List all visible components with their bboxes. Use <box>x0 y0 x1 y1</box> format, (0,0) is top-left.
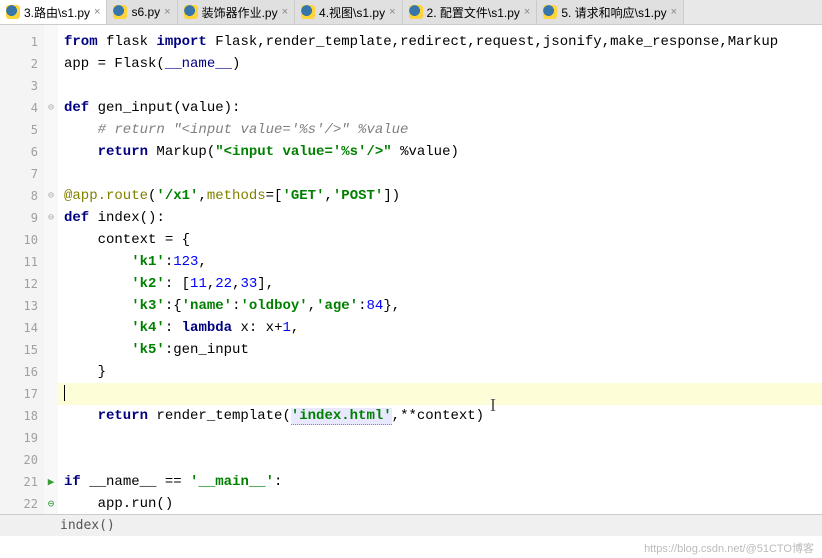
line-number: 4 <box>0 97 44 119</box>
breadcrumb: index() <box>60 518 115 533</box>
line-number: 8 <box>0 185 44 207</box>
tab-5[interactable]: 5. 请求和响应\s1.py × <box>537 0 684 24</box>
line-number: 14 <box>0 317 44 339</box>
line-number: 13 <box>0 295 44 317</box>
tab-label: 2. 配置文件\s1.py <box>427 4 520 21</box>
editor: 1 2 3 4 5 6 7 8 9 10 11 12 13 14 15 16 1… <box>0 25 822 536</box>
fold-gutter: ⊖ ⊖ ⊖ ▶ ⊖ <box>44 25 58 536</box>
line-number: 17 <box>0 383 44 405</box>
python-icon <box>409 5 423 19</box>
close-icon[interactable]: × <box>524 6 530 18</box>
python-icon <box>113 5 127 19</box>
line-number: 7 <box>0 163 44 185</box>
line-number: 6 <box>0 141 44 163</box>
fold-icon[interactable]: ⊖ <box>44 207 58 229</box>
caret <box>64 385 65 401</box>
close-icon[interactable]: × <box>94 6 100 18</box>
close-icon[interactable]: × <box>671 6 677 18</box>
line-number: 11 <box>0 251 44 273</box>
line-number: 16 <box>0 361 44 383</box>
tab-0[interactable]: 3.路由\s1.py × <box>0 0 107 24</box>
line-number: 3 <box>0 75 44 97</box>
python-icon <box>184 5 198 19</box>
line-number: 1 <box>0 31 44 53</box>
close-icon[interactable]: × <box>282 6 288 18</box>
close-icon[interactable]: × <box>164 6 170 18</box>
line-number: 22 <box>0 493 44 515</box>
tab-label: 装饰器作业.py <box>202 4 278 21</box>
run-fold-icon[interactable]: ▶ ⊖ <box>44 471 58 493</box>
tab-4[interactable]: 2. 配置文件\s1.py × <box>403 0 538 24</box>
tab-3[interactable]: 4.视图\s1.py × <box>295 0 402 24</box>
line-gutter: 1 2 3 4 5 6 7 8 9 10 11 12 13 14 15 16 1… <box>0 25 44 536</box>
fold-icon[interactable]: ⊖ <box>44 97 58 119</box>
fold-icon[interactable]: ⊖ <box>44 185 58 207</box>
line-number: 18 <box>0 405 44 427</box>
line-number: 12 <box>0 273 44 295</box>
tab-1[interactable]: s6.py × <box>107 0 177 24</box>
line-number: 9 <box>0 207 44 229</box>
line-number: 15 <box>0 339 44 361</box>
line-number: 10 <box>0 229 44 251</box>
close-icon[interactable]: × <box>389 6 395 18</box>
line-number: 20 <box>0 449 44 471</box>
tab-label: 5. 请求和响应\s1.py <box>561 4 666 21</box>
tab-label: 4.视图\s1.py <box>319 4 385 21</box>
status-bar: index() <box>0 514 822 536</box>
python-icon <box>543 5 557 19</box>
line-number: 19 <box>0 427 44 449</box>
code-area[interactable]: from flask import Flask,render_template,… <box>58 25 822 536</box>
python-icon <box>301 5 315 19</box>
tab-2[interactable]: 装饰器作业.py × <box>178 0 295 24</box>
line-number: 21 <box>0 471 44 493</box>
tab-label: s6.py <box>131 5 160 19</box>
watermark: https://blog.csdn.net/@51CTO博客 <box>644 540 814 556</box>
line-number: 5 <box>0 119 44 141</box>
tab-bar: 3.路由\s1.py × s6.py × 装饰器作业.py × 4.视图\s1.py ×… <box>0 0 822 25</box>
line-number: 2 <box>0 53 44 75</box>
tab-label: 3.路由\s1.py <box>24 4 90 21</box>
text-cursor-icon: I <box>490 395 496 416</box>
python-icon <box>6 5 20 19</box>
